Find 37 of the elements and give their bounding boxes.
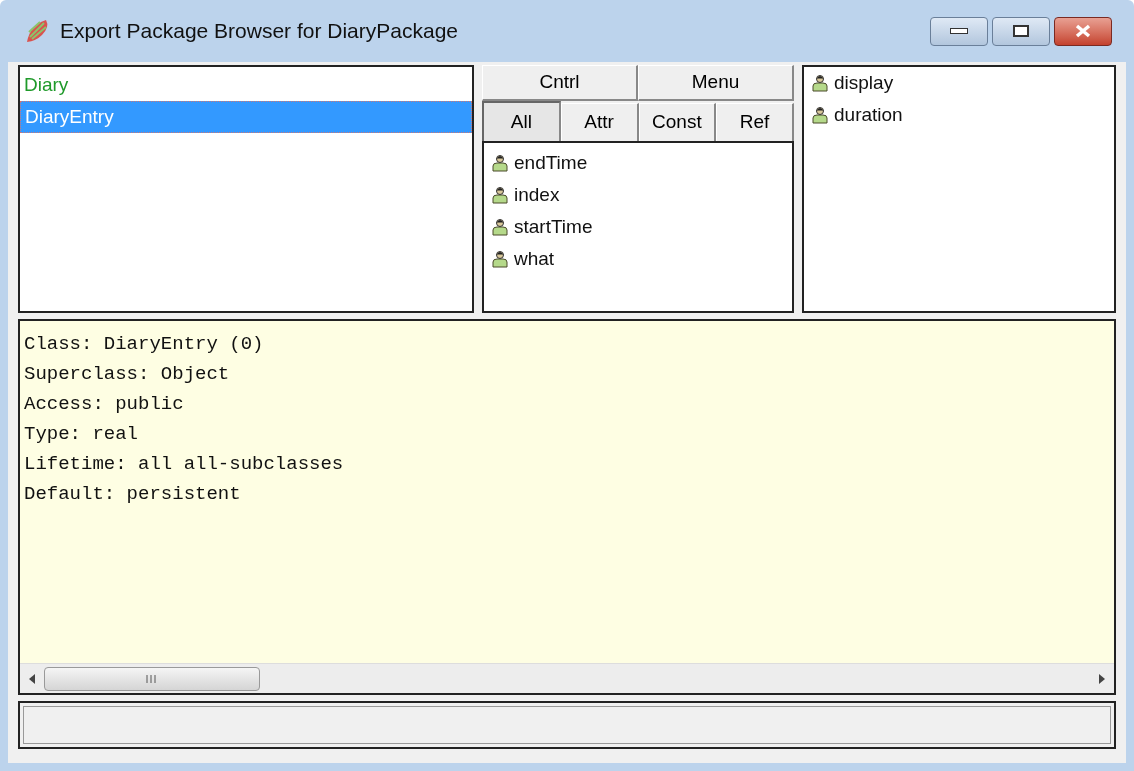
detail-line: Lifetime: all all-subclasses [24, 452, 345, 477]
close-icon [1074, 24, 1092, 38]
minimize-button[interactable] [930, 16, 988, 46]
detail-line: Superclass: Object [24, 362, 231, 387]
person-icon [812, 106, 828, 124]
member-name[interactable]: endTime [514, 148, 588, 178]
scroll-left-icon[interactable] [28, 673, 36, 684]
class-item[interactable]: Diary [20, 69, 472, 101]
maximize-button[interactable] [992, 16, 1050, 46]
person-icon [492, 218, 508, 236]
person-icon [492, 186, 508, 204]
tab[interactable]: Attr [560, 103, 639, 141]
person-icon [492, 154, 508, 172]
member-name[interactable]: display [834, 68, 894, 98]
minimize-icon [950, 28, 968, 34]
member-name[interactable]: duration [834, 100, 903, 130]
window-title: Export Package Browser for DiaryPackage [60, 18, 459, 45]
detail-line: Default: persistent [24, 482, 242, 507]
close-button[interactable] [1054, 16, 1112, 46]
detail-line: Access: public [24, 392, 185, 417]
horizontal-scrollbar[interactable] [20, 663, 1114, 693]
grip-icon [146, 674, 158, 683]
tab[interactable]: Ref [716, 103, 794, 141]
member-name[interactable]: index [514, 180, 560, 210]
person-icon [812, 74, 828, 92]
tab[interactable]: All [482, 101, 561, 141]
detail-line: Type: real [24, 422, 140, 447]
scrollbar-thumb[interactable] [44, 666, 260, 691]
member-name[interactable]: startTime [514, 212, 593, 242]
person-icon [492, 250, 508, 268]
toolbar-button[interactable]: Cntrl [482, 65, 638, 101]
scroll-right-icon[interactable] [1098, 673, 1106, 684]
detail-line: Class: DiaryEntry (0) [24, 332, 265, 357]
tab[interactable]: Const [638, 103, 717, 141]
maximize-icon [1013, 25, 1029, 37]
toolbar-button[interactable]: Menu [638, 65, 794, 101]
member-name[interactable]: what [514, 244, 555, 274]
